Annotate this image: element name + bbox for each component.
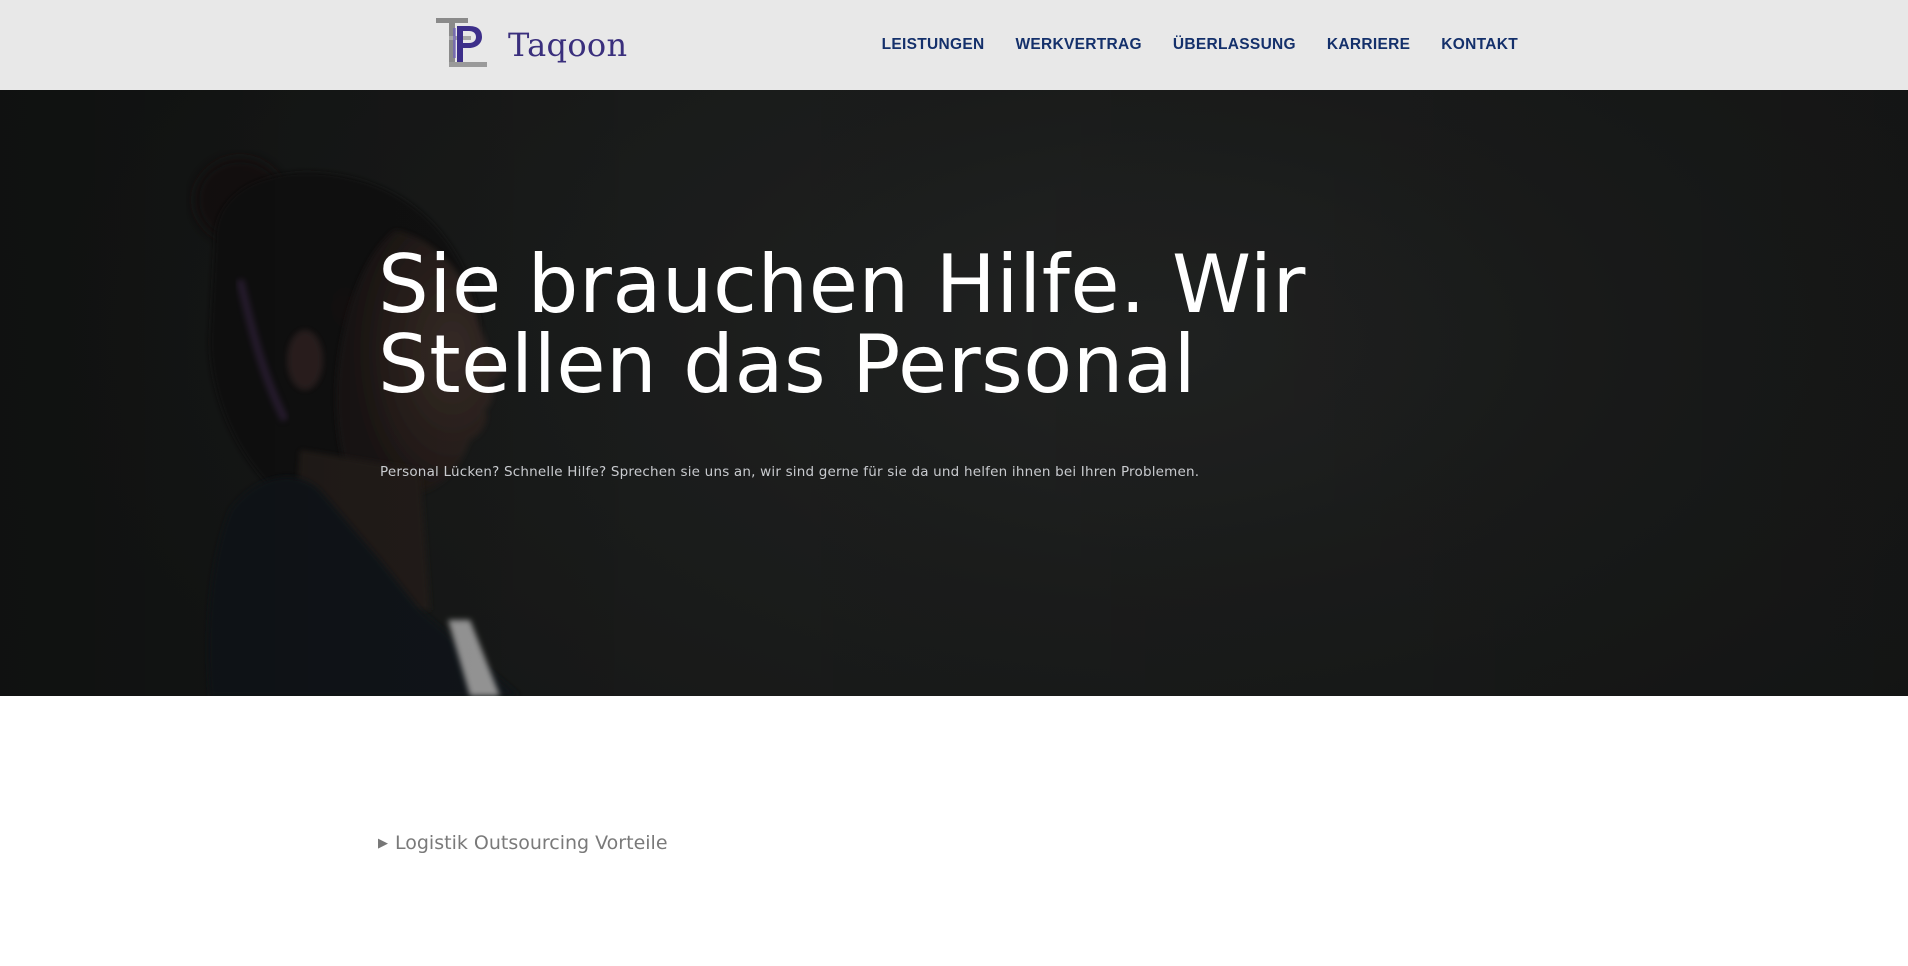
triangle-right-icon: ▶ bbox=[378, 835, 388, 851]
tp-monogram-logo-icon bbox=[436, 18, 487, 67]
hero-subtitle: Personal Lücken? Schnelle Hilfe? Spreche… bbox=[380, 464, 1200, 480]
site-header: Taqoon LEISTUNGEN WERKVERTRAG ÜBERLASSUN… bbox=[0, 0, 1908, 90]
nav-item-ueberlassung[interactable]: ÜBERLASSUNG bbox=[1173, 36, 1296, 54]
hero-title: Sie brauchen Hilfe. Wir Stellen das Pers… bbox=[378, 245, 1338, 405]
brand-name: Taqoon bbox=[508, 26, 628, 64]
hero-content: Sie brauchen Hilfe. Wir Stellen das Pers… bbox=[378, 245, 1338, 481]
hero-title-line-2: Stellen das Personal bbox=[378, 318, 1197, 411]
main-content: ▶ Logistik Outsourcing Vorteile bbox=[0, 696, 1908, 966]
main-nav: LEISTUNGEN WERKVERTRAG ÜBERLASSUNG KARRI… bbox=[851, 0, 1518, 90]
hero-section: Sie brauchen Hilfe. Wir Stellen das Pers… bbox=[0, 90, 1908, 696]
nav-item-karriere[interactable]: KARRIERE bbox=[1327, 36, 1410, 54]
accordion-label: Logistik Outsourcing Vorteile bbox=[395, 832, 668, 854]
nav-item-kontakt[interactable]: KONTAKT bbox=[1441, 36, 1518, 54]
accordion-logistik-outsourcing[interactable]: ▶ Logistik Outsourcing Vorteile bbox=[378, 832, 668, 854]
brand-logo-link[interactable]: Taqoon bbox=[436, 18, 627, 70]
nav-item-werkvertrag[interactable]: WERKVERTRAG bbox=[1015, 36, 1141, 54]
nav-item-leistungen[interactable]: LEISTUNGEN bbox=[882, 36, 985, 54]
